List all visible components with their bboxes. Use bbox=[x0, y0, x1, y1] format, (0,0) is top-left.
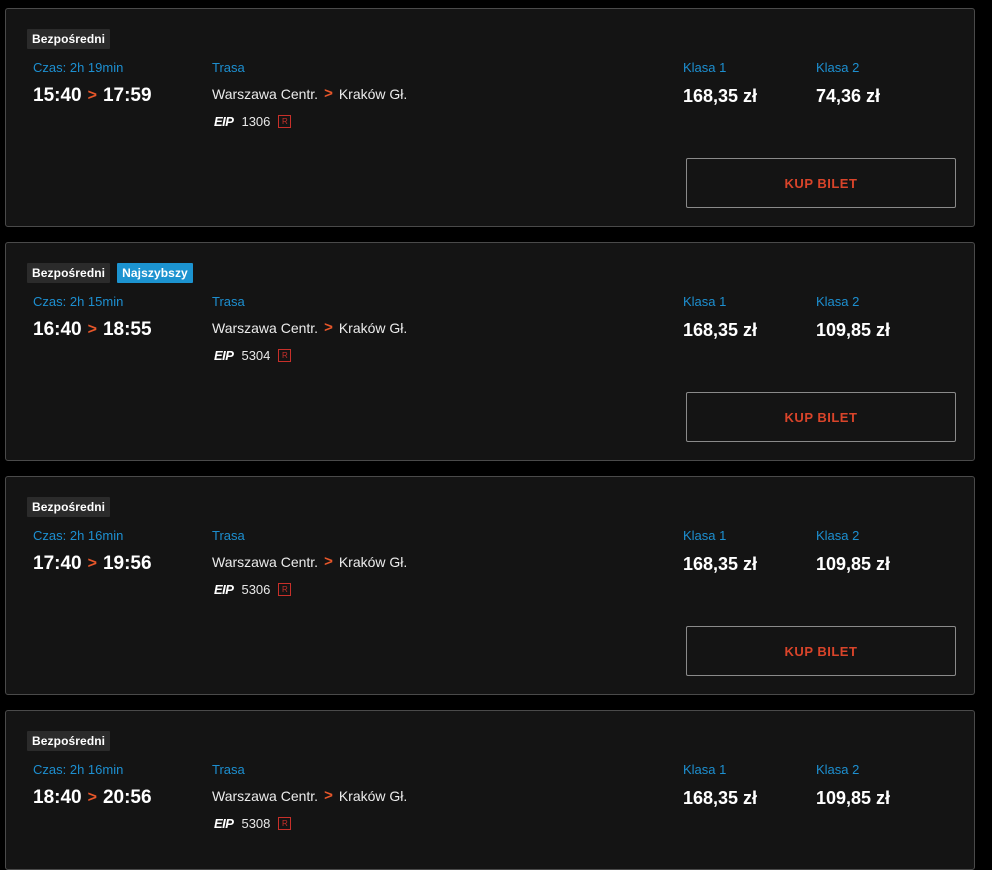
times: 15:40 > 17:59 bbox=[33, 85, 152, 107]
badge-row: Bezpośredni bbox=[27, 29, 111, 49]
duration-label: Czas: 2h 19min bbox=[33, 60, 124, 75]
route: Warszawa Centr. > Kraków Gł. bbox=[212, 787, 407, 804]
duration-label: Czas: 2h 16min bbox=[33, 528, 124, 543]
arrival-time: 20:56 bbox=[102, 787, 152, 808]
class1-label: Klasa 1 bbox=[683, 60, 727, 75]
chevron-right-icon: > bbox=[324, 553, 333, 570]
destination-station: Kraków Gł. bbox=[338, 787, 408, 804]
times: 17:40 > 19:56 bbox=[33, 553, 152, 575]
class2-label: Klasa 2 bbox=[816, 294, 860, 309]
departure-time: 16:40 bbox=[33, 319, 82, 340]
eip-logo-icon: EIP bbox=[214, 114, 234, 129]
class1-price: 168,35 zł bbox=[683, 788, 758, 808]
arrival-time: 19:56 bbox=[102, 553, 152, 574]
eip-logo-icon: EIP bbox=[214, 582, 234, 597]
destination-station: Kraków Gł. bbox=[338, 319, 408, 336]
connection-card[interactable]: Bezpośredni Czas: 2h 16min Trasa Klasa 1… bbox=[5, 710, 975, 870]
reservation-icon: R bbox=[278, 349, 292, 362]
destination-station: Kraków Gł. bbox=[338, 553, 408, 570]
class2-label: Klasa 2 bbox=[816, 60, 860, 75]
class1-price: 168,35 zł bbox=[683, 554, 758, 574]
origin-station: Warszawa Centr. bbox=[212, 787, 319, 804]
class2-price: 109,85 zł bbox=[816, 788, 891, 808]
reservation-icon: R bbox=[278, 817, 292, 830]
connection-card[interactable]: Bezpośredni Czas: 2h 16min Trasa Klasa 1… bbox=[5, 476, 975, 695]
reservation-icon: R bbox=[278, 583, 292, 596]
buy-ticket-button[interactable]: KUP BILET bbox=[686, 392, 956, 442]
times: 16:40 > 18:55 bbox=[33, 319, 152, 341]
duration-label: Czas: 2h 15min bbox=[33, 294, 124, 309]
class2-price: 109,85 zł bbox=[816, 320, 891, 340]
times: 18:40 > 20:56 bbox=[33, 787, 152, 809]
chevron-right-icon: > bbox=[87, 789, 97, 806]
train-info: EIP 5308 R bbox=[214, 816, 292, 831]
train-info: EIP 1306 R bbox=[214, 114, 292, 129]
train-info: EIP 5304 R bbox=[214, 348, 292, 363]
arrival-time: 17:59 bbox=[102, 85, 152, 106]
badge-row: Bezpośredni bbox=[27, 497, 111, 517]
chevron-right-icon: > bbox=[87, 87, 97, 104]
destination-station: Kraków Gł. bbox=[338, 85, 408, 102]
fastest-badge: Najszybszy bbox=[117, 263, 193, 283]
class1-label: Klasa 1 bbox=[683, 762, 727, 777]
route-label: Trasa bbox=[212, 762, 245, 777]
route: Warszawa Centr. > Kraków Gł. bbox=[212, 319, 407, 336]
direct-badge: Bezpośredni bbox=[27, 29, 111, 49]
route: Warszawa Centr. > Kraków Gł. bbox=[212, 85, 407, 102]
class2-price: 74,36 zł bbox=[816, 86, 881, 106]
eip-logo-icon: EIP bbox=[214, 816, 234, 831]
route-label: Trasa bbox=[212, 60, 245, 75]
class1-label: Klasa 1 bbox=[683, 528, 727, 543]
class2-price: 109,85 zł bbox=[816, 554, 891, 574]
train-number: 1306 bbox=[241, 114, 271, 129]
class2-label: Klasa 2 bbox=[816, 762, 860, 777]
buy-ticket-button[interactable]: KUP BILET bbox=[686, 158, 956, 208]
connection-card[interactable]: Bezpośredni Czas: 2h 19min Trasa Klasa 1… bbox=[5, 8, 975, 227]
route: Warszawa Centr. > Kraków Gł. bbox=[212, 553, 407, 570]
arrival-time: 18:55 bbox=[102, 319, 152, 340]
chevron-right-icon: > bbox=[87, 555, 97, 572]
direct-badge: Bezpośredni bbox=[27, 731, 111, 751]
connection-card[interactable]: Bezpośredni Najszybszy Czas: 2h 15min Tr… bbox=[5, 242, 975, 461]
badge-row: Bezpośredni Najszybszy bbox=[27, 263, 193, 283]
class2-label: Klasa 2 bbox=[816, 528, 860, 543]
departure-time: 15:40 bbox=[33, 85, 82, 106]
origin-station: Warszawa Centr. bbox=[212, 319, 319, 336]
class1-label: Klasa 1 bbox=[683, 294, 727, 309]
train-number: 5306 bbox=[241, 582, 271, 597]
class1-price: 168,35 zł bbox=[683, 320, 758, 340]
chevron-right-icon: > bbox=[87, 321, 97, 338]
class1-price: 168,35 zł bbox=[683, 86, 758, 106]
train-number: 5308 bbox=[241, 816, 271, 831]
badge-row: Bezpośredni bbox=[27, 731, 111, 751]
direct-badge: Bezpośredni bbox=[27, 497, 111, 517]
chevron-right-icon: > bbox=[324, 787, 333, 804]
departure-time: 18:40 bbox=[33, 787, 82, 808]
departure-time: 17:40 bbox=[33, 553, 82, 574]
train-number: 5304 bbox=[241, 348, 271, 363]
train-info: EIP 5306 R bbox=[214, 582, 292, 597]
direct-badge: Bezpośredni bbox=[27, 263, 111, 283]
route-label: Trasa bbox=[212, 294, 245, 309]
origin-station: Warszawa Centr. bbox=[212, 85, 319, 102]
chevron-right-icon: > bbox=[324, 319, 333, 336]
route-label: Trasa bbox=[212, 528, 245, 543]
chevron-right-icon: > bbox=[324, 85, 333, 102]
reservation-icon: R bbox=[278, 115, 292, 128]
origin-station: Warszawa Centr. bbox=[212, 553, 319, 570]
buy-ticket-button[interactable]: KUP BILET bbox=[686, 626, 956, 676]
duration-label: Czas: 2h 16min bbox=[33, 762, 124, 777]
eip-logo-icon: EIP bbox=[214, 348, 234, 363]
